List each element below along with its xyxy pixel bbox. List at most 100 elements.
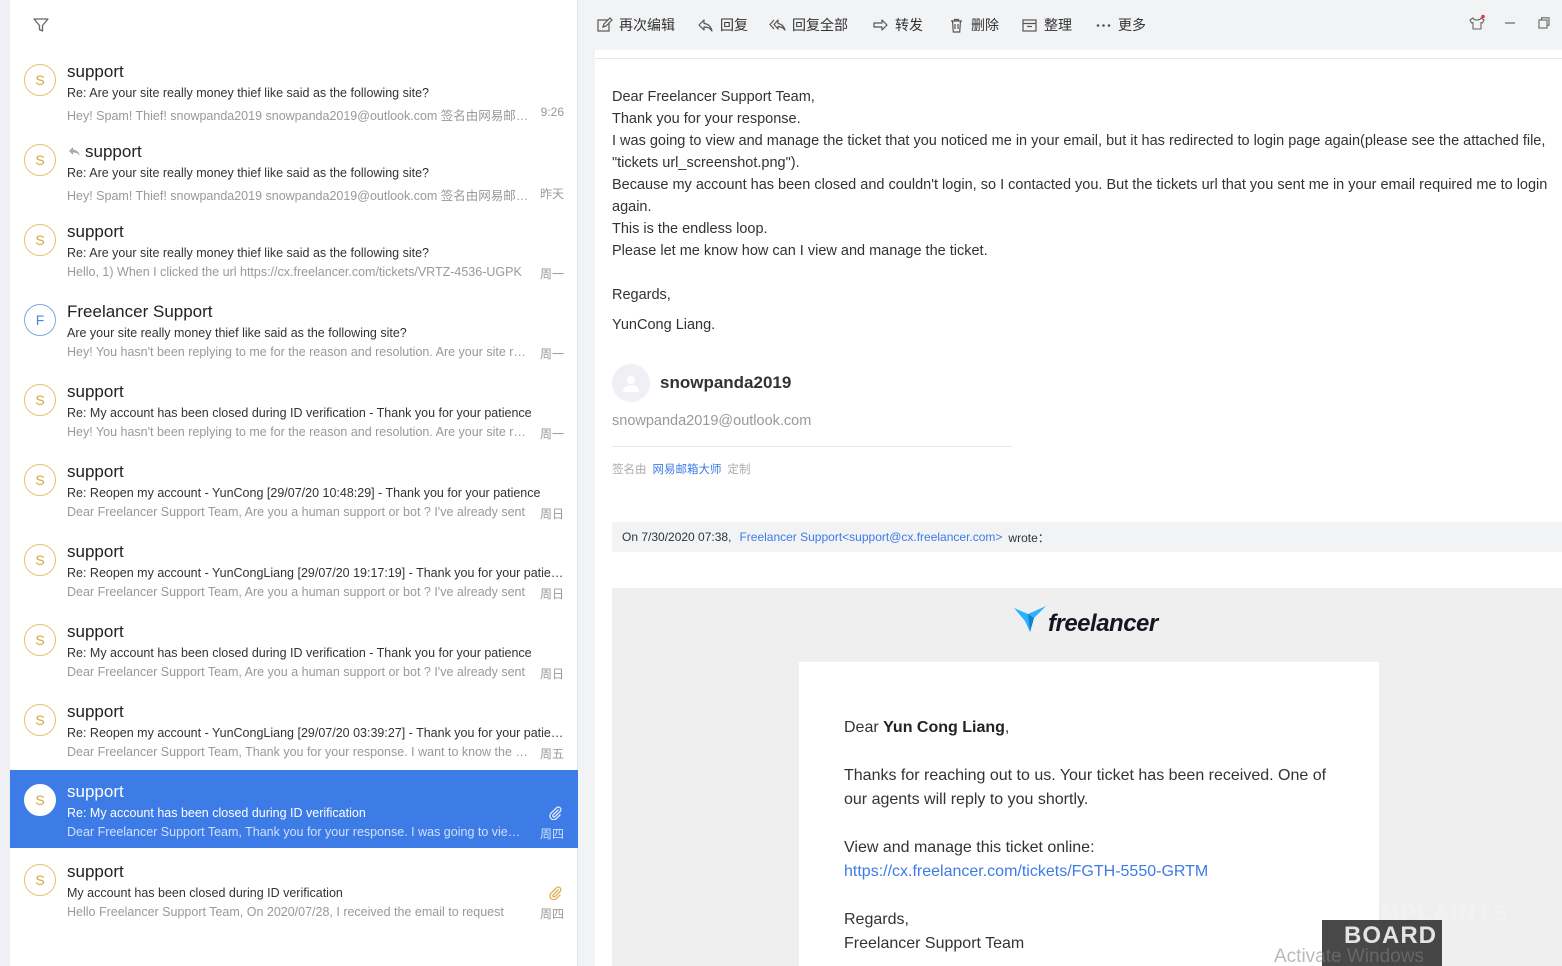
mail-list-item[interactable]: S support Re: Are your site really money… (10, 50, 578, 128)
sender-avatar: S (24, 464, 56, 496)
filter-icon[interactable] (32, 16, 50, 34)
reply-all-icon (769, 18, 786, 31)
mail-subject: Re: Reopen my account - YunCong [29/07/2… (67, 486, 541, 500)
mail-time: 周五 (539, 747, 564, 761)
mail-preview: Hey! Spam! Thief! snowpanda2019 snowpand… (67, 189, 529, 203)
mail-list-item[interactable]: S support Re: Reopen my account - YunCon… (10, 690, 578, 768)
mail-list-header (10, 0, 577, 50)
mail-preview: Dear Freelancer Support Team, Are you a … (67, 505, 525, 519)
body-line: Thank you for your response. (612, 111, 801, 127)
mail-time: 周四 (539, 827, 564, 841)
quote-header: On 7/30/2020 07:38, Freelancer Support<s… (612, 522, 1562, 552)
sender-avatar: S (24, 784, 56, 816)
quote-suffix: wrote： (1008, 530, 1050, 545)
quote-sender-link[interactable]: Freelancer Support<support@cx.freelancer… (739, 530, 1002, 544)
more-button[interactable]: 更多 (1095, 15, 1146, 35)
greeting-text: Dear Freelancer Support Team, (612, 89, 815, 105)
quoted-message: freelancer Dear Yun Cong Liang, Thanks f… (612, 588, 1562, 966)
sender-name: support (67, 62, 124, 81)
ticket-para: Thanks for reaching out to us. Your tick… (844, 767, 1327, 808)
ticket-team: Freelancer Support Team (844, 935, 1025, 952)
mail-list-item[interactable]: S support Re: My account has been closed… (10, 370, 578, 448)
forward-icon (873, 18, 888, 31)
more-icon (1096, 23, 1111, 27)
regards-text: Regards, (612, 287, 671, 303)
skin-icon[interactable] (1468, 14, 1486, 32)
sender-name: support (67, 782, 124, 801)
mail-time: 9:26 (540, 105, 564, 119)
sender-name: support (67, 542, 124, 561)
restore-icon[interactable] (1535, 14, 1553, 32)
sender-name: support (67, 702, 124, 721)
mail-list-item[interactable]: S support Re: Reopen my account - YunCon… (10, 530, 578, 608)
comma: , (1004, 719, 1010, 736)
more-label: 更多 (1118, 17, 1146, 33)
ticket-para: View and manage this ticket online: (844, 839, 1095, 856)
sender-avatar: S (24, 224, 56, 256)
author-name: YunCong Liang. (612, 317, 716, 333)
body-line: Because my account has been closed and c… (612, 177, 1548, 215)
signature-avatar (612, 364, 650, 402)
attachment-icon (549, 886, 562, 900)
mail-list-item[interactable]: S support My account has been closed dur… (10, 850, 578, 928)
reedit-button[interactable]: 再次编辑 (596, 15, 675, 35)
mail-list-item[interactable]: S support Re: Reopen my account - YunCon… (10, 450, 578, 528)
sender-avatar: F (24, 304, 56, 336)
mail-list-item[interactable]: S support Re: Are your site really money… (10, 130, 578, 208)
mail-subject: My account has been closed during ID ver… (67, 886, 343, 900)
sender-avatar: S (24, 704, 56, 736)
sender-name: support (67, 622, 124, 641)
mail-subject: Re: Reopen my account - YunCongLiang [29… (67, 566, 567, 580)
sender-avatar: S (24, 384, 56, 416)
mail-preview: Hello, 1) When I clicked the url https:/… (67, 265, 522, 279)
mail-preview: Dear Freelancer Support Team, Are you a … (67, 665, 525, 679)
sender-name: support (85, 142, 142, 161)
mail-time: 周日 (539, 667, 564, 681)
logo-text: freelancer (1048, 610, 1158, 637)
signature-credit: 签名由 网易邮箱大师 定制 (612, 461, 751, 477)
divider (612, 446, 1012, 447)
sender-avatar: S (24, 624, 56, 656)
mail-time: 周四 (539, 907, 564, 921)
ticket-regards: Regards, (844, 911, 909, 928)
mail-preview: Hey! Spam! Thief! snowpanda2019 snowpand… (67, 109, 529, 123)
signature-name: snowpanda2019 (660, 373, 792, 392)
message-body: Dear Freelancer Support Team, Thank you … (612, 86, 1557, 336)
sender-name: support (67, 462, 124, 481)
mail-preview: Dear Freelancer Support Team, Thank you … (67, 825, 529, 839)
organize-button[interactable]: 整理 (1021, 15, 1072, 35)
mail-toolbar: 再次编辑 回复 回复全部 转发 删除 整理 更多 (579, 0, 1562, 50)
mail-list-item[interactable]: S support Re: My account has been closed… (10, 610, 578, 688)
body-line: I was going to view and manage the ticke… (612, 133, 1546, 171)
mail-time: 周日 (539, 587, 564, 601)
sender-avatar: S (24, 544, 56, 576)
minimize-icon[interactable] (1501, 14, 1519, 32)
mail-list-item[interactable]: S support Re: Are your site really money… (10, 210, 578, 288)
sender-name: support (67, 862, 124, 881)
mail-preview: Dear Freelancer Support Team, Thank you … (67, 745, 529, 759)
quote-prefix: On 7/30/2020 07:38, (622, 530, 732, 544)
ticket-greeting: Dear Yun Cong Liang, (844, 716, 1344, 740)
ticket-card: Dear Yun Cong Liang, Thanks for reaching… (799, 662, 1379, 966)
replied-icon (69, 147, 80, 156)
mail-subject: Re: Reopen my account - YunCongLiang [29… (67, 726, 567, 740)
mail-preview: Hey! You hasn't been replying to me for … (67, 425, 529, 439)
attachment-icon (549, 806, 562, 820)
mail-list-item[interactable]: F Freelancer Support Are your site reall… (10, 290, 578, 368)
mail-time: 周日 (539, 507, 564, 521)
mail-time: 周一 (539, 347, 564, 361)
mail-time: 周一 (539, 427, 564, 441)
mail-subject: Re: Are your site really money thief lik… (67, 246, 429, 260)
reply-button[interactable]: 回复 (697, 15, 748, 35)
credit-link[interactable]: 网易邮箱大师 (653, 464, 722, 476)
delete-button[interactable]: 删除 (948, 15, 999, 35)
credit-suffix: 定制 (727, 464, 751, 476)
reply-all-button[interactable]: 回复全部 (769, 15, 848, 35)
forward-button[interactable]: 转发 (872, 15, 923, 35)
folder-icon (1022, 18, 1037, 32)
freelancer-bird-icon (1014, 606, 1046, 632)
mail-subject: Re: Are your site really money thief lik… (67, 166, 429, 180)
mail-list-item-selected[interactable]: S support Re: My account has been closed… (10, 770, 578, 848)
mail-preview: Hey! You hasn't been replying to me for … (67, 345, 529, 359)
ticket-link[interactable]: https://cx.freelancer.com/tickets/FGTH-5… (844, 863, 1208, 880)
